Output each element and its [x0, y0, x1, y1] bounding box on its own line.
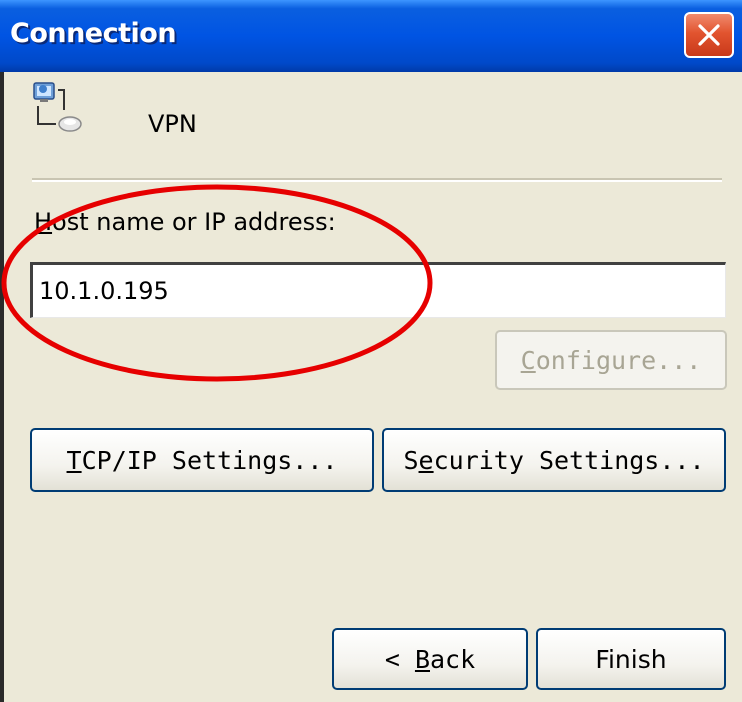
window-title: Connection [10, 18, 177, 49]
separator [32, 178, 722, 182]
host-input[interactable] [30, 262, 726, 318]
close-button[interactable] [684, 12, 734, 58]
close-icon [698, 24, 720, 46]
network-connection-icon [33, 82, 82, 132]
window-left-border [0, 72, 4, 702]
security-settings-button[interactable]: Se curity Settings... [382, 428, 726, 492]
tcpip-settings-button[interactable]: T CP/IP Settings... [30, 428, 374, 492]
host-label: Host name or IP address: [34, 208, 336, 236]
finish-button[interactable]: Finish [536, 628, 726, 690]
connection-name: VPN [148, 110, 197, 138]
configure-button[interactable]: Configure... [495, 330, 727, 390]
connection-dialog: Connection VPN Host name or IP address: … [0, 0, 742, 702]
back-button[interactable]: < Back [332, 628, 528, 690]
title-bar[interactable]: Connection [0, 0, 742, 72]
